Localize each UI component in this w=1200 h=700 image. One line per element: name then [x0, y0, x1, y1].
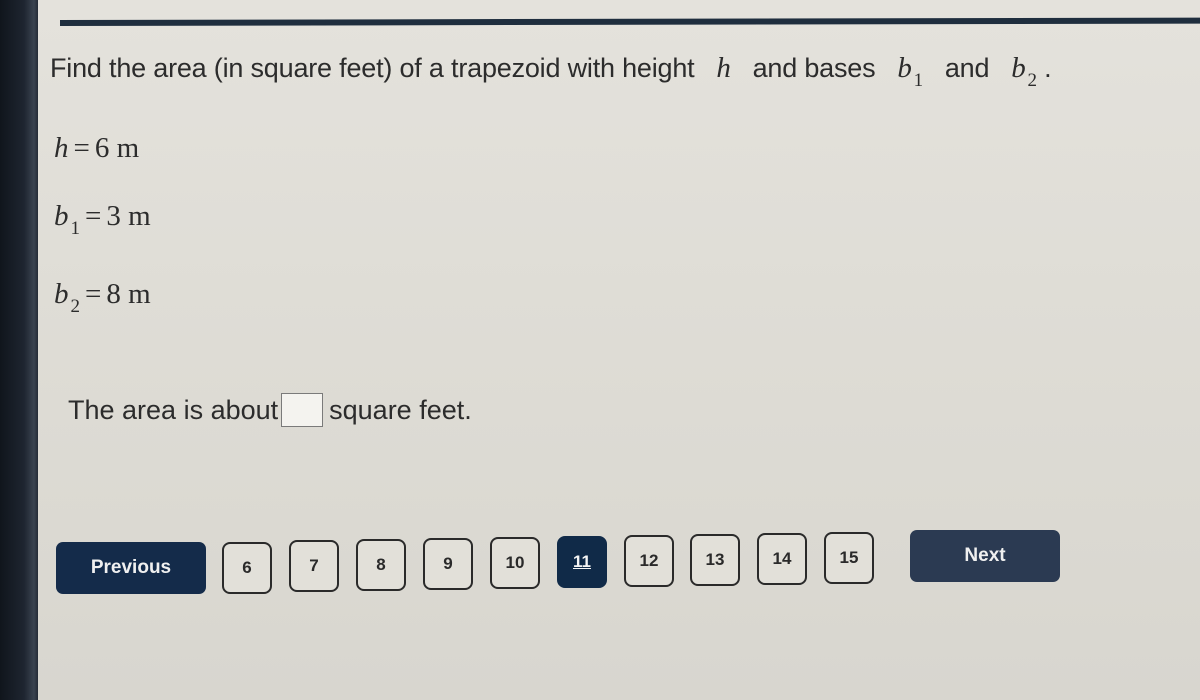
page-button-14[interactable]: 14: [757, 533, 807, 585]
answer-line: The area is about square feet.: [68, 393, 472, 427]
page-button-12[interactable]: 12: [624, 535, 674, 587]
page-button-6[interactable]: 6: [222, 542, 272, 594]
header-rule: [59, 17, 1200, 26]
question-navigation: Previous 6 7 8 9 10 11 12 13 14 15 Next: [56, 530, 1066, 600]
question-end: .: [1044, 53, 1052, 83]
given-b2: b 2 = 8 m: [54, 278, 151, 317]
page-button-7[interactable]: 7: [289, 540, 339, 592]
var-h: h: [716, 52, 731, 84]
page-button-10[interactable]: 10: [490, 537, 540, 589]
answer-suffix: square feet.: [329, 394, 472, 425]
next-button[interactable]: Next: [910, 530, 1060, 582]
screen: Find the area (in square feet) of a trap…: [38, 0, 1200, 700]
var-b2: b2: [1011, 52, 1037, 91]
question-text: Find the area (in square feet) of a trap…: [50, 52, 1052, 91]
var-b1: b1: [897, 52, 923, 91]
question-mid: and bases: [752, 53, 876, 83]
page-button-15[interactable]: 15: [824, 532, 874, 584]
monitor-bezel: [0, 0, 40, 700]
page-button-9[interactable]: 9: [423, 538, 473, 590]
question-and: and: [944, 53, 990, 83]
answer-prefix: The area is about: [68, 394, 279, 425]
previous-button[interactable]: Previous: [56, 542, 206, 594]
page-button-8[interactable]: 8: [356, 539, 406, 591]
question-prefix: Find the area (in square feet) of a trap…: [50, 53, 695, 83]
given-b1: b 1 = 3 m: [54, 200, 151, 239]
area-answer-input[interactable]: [281, 393, 324, 427]
page-button-11-current[interactable]: 11: [557, 536, 607, 588]
given-h: h = 6 m: [54, 132, 140, 164]
page-button-13[interactable]: 13: [690, 534, 740, 586]
